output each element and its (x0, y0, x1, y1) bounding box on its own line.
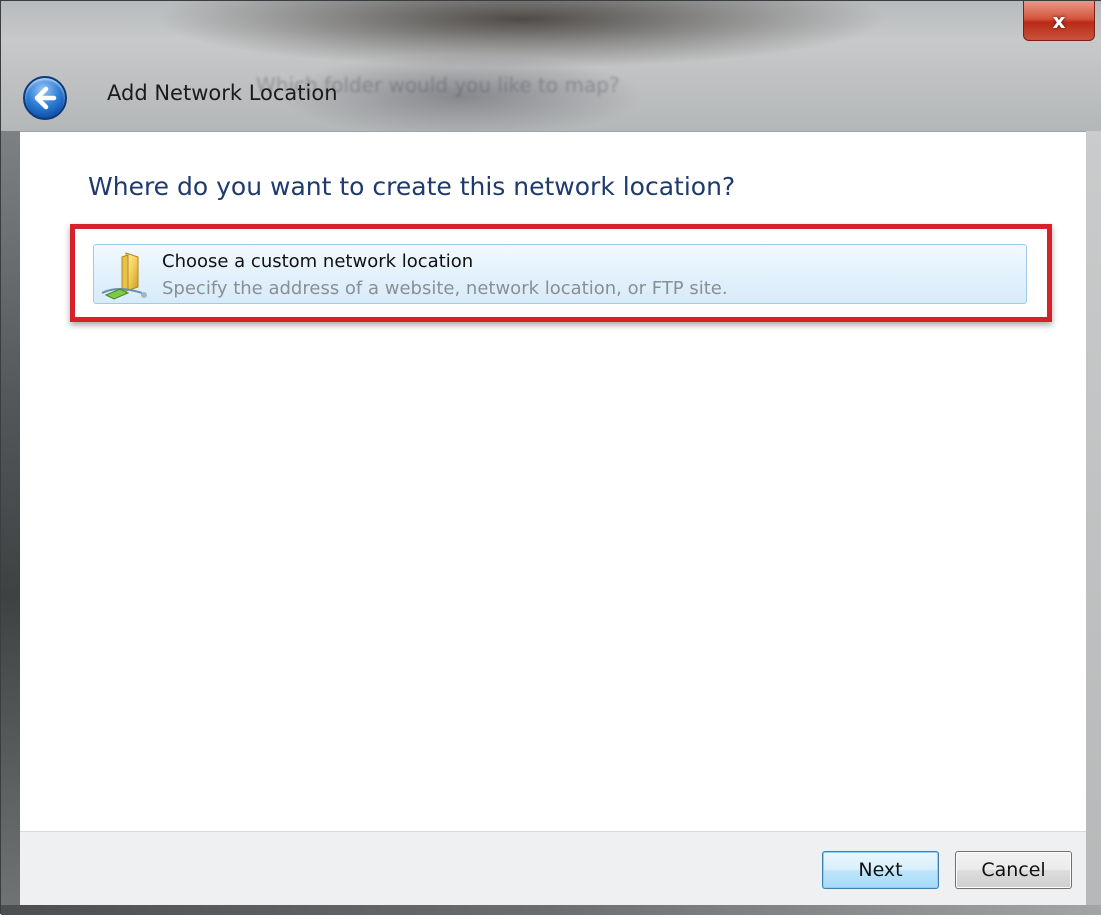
title-bar: Which folder would you like to map? x Ad… (1, 1, 1101, 131)
add-network-location-window: Which folder would you like to map? x Ad… (0, 0, 1101, 915)
window-title: Add Network Location (107, 81, 338, 105)
wizard-content: Where do you want to create this network… (20, 131, 1086, 832)
window-left-border (1, 131, 20, 905)
network-folder-icon (101, 252, 147, 300)
wizard-footer: Next Cancel (20, 831, 1086, 906)
next-button[interactable]: Next (822, 851, 939, 889)
window-right-border (1086, 131, 1101, 905)
back-button[interactable] (23, 76, 67, 120)
close-button[interactable]: x (1023, 1, 1095, 41)
option-description: Specify the address of a website, networ… (162, 278, 728, 299)
close-icon: x (1052, 8, 1066, 33)
custom-network-location-option[interactable]: Choose a custom network location Specify… (93, 244, 1027, 304)
page-heading: Where do you want to create this network… (88, 172, 736, 201)
option-title: Choose a custom network location (162, 251, 474, 272)
back-arrow-icon (34, 86, 57, 110)
cancel-button[interactable]: Cancel (955, 851, 1072, 889)
